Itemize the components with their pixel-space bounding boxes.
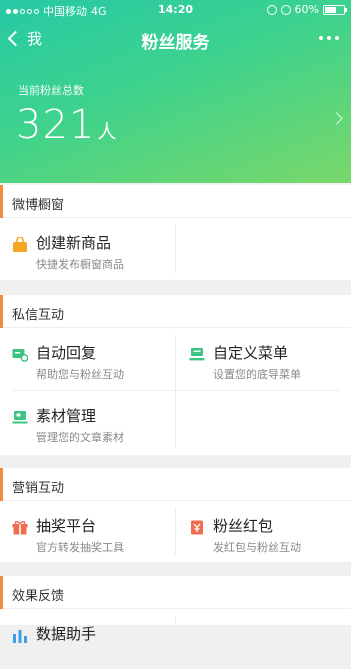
lottery-platform-item[interactable]: 抽奖平台 官方转发抽奖工具 xyxy=(0,501,175,561)
item-title: 数据助手 xyxy=(36,625,97,643)
status-right: 60% xyxy=(266,3,347,16)
chevron-right-icon[interactable] xyxy=(330,112,343,125)
divider xyxy=(175,225,176,273)
section-accent-bar xyxy=(0,295,3,328)
auto-reply-icon xyxy=(12,349,28,362)
auto-reply-item[interactable]: 自动回复 帮助您与粉丝互动 xyxy=(0,328,175,388)
section-title: 私信互动 xyxy=(12,308,65,323)
custom-menu-icon xyxy=(189,348,205,361)
section-header: 微博橱窗 xyxy=(0,185,351,218)
section-accent-bar xyxy=(0,468,3,501)
item-desc: 设置您的底导菜单 xyxy=(213,368,301,381)
battery-icon xyxy=(323,4,347,15)
section-title: 微博橱窗 xyxy=(12,198,65,213)
item-title: 粉丝红包 xyxy=(213,517,274,535)
rotation-lock-icon xyxy=(266,4,277,15)
status-bar: 中国移动 4G 14:20 60% xyxy=(0,0,351,20)
section-title: 效果反馈 xyxy=(12,589,65,604)
more-button[interactable] xyxy=(319,36,339,40)
section-private-message: 私信互动 自动回复 帮助您与粉丝互动 自定义菜单 设置您的底导菜单 素材管理 管… xyxy=(0,295,351,455)
create-product-item[interactable]: 创建新商品 快捷发布橱窗商品 xyxy=(0,218,175,278)
data-chart-icon xyxy=(13,630,27,643)
fans-total[interactable]: 321 人 xyxy=(16,102,116,148)
more-dot-icon xyxy=(335,36,339,40)
data-assistant-item[interactable]: 数据助手 xyxy=(0,609,175,669)
shopping-bag-icon xyxy=(13,237,27,252)
more-dot-icon xyxy=(327,36,331,40)
battery-percent: 60% xyxy=(294,3,319,16)
page-title: 粉丝服务 xyxy=(141,33,210,53)
custom-menu-item[interactable]: 自定义菜单 设置您的底导菜单 xyxy=(176,328,351,388)
section-header: 营销互动 xyxy=(0,468,351,501)
fans-red-envelope-item[interactable]: 粉丝红包 发红包与粉丝互动 xyxy=(176,501,351,561)
item-desc: 官方转发抽奖工具 xyxy=(36,541,124,554)
alarm-icon xyxy=(280,4,291,15)
nav-bar: 我 粉丝服务 xyxy=(0,22,351,58)
fans-total-label: 当前粉丝总数 xyxy=(18,84,84,97)
section-header: 私信互动 xyxy=(0,295,351,328)
section-effect-feedback: 效果反馈 数据助手 xyxy=(0,576,351,643)
more-dot-icon xyxy=(319,36,323,40)
item-desc: 管理您的文章素材 xyxy=(36,431,124,444)
section-weibo-showcase: 微博橱窗 创建新商品 快捷发布橱窗商品 xyxy=(0,185,351,280)
section-title: 营销互动 xyxy=(12,481,65,496)
section-marketing: 营销互动 抽奖平台 官方转发抽奖工具 粉丝红包 发红包与粉丝互动 xyxy=(0,468,351,562)
fans-header: 中国移动 4G 14:20 60% 我 粉丝服务 当前粉丝总数 321 人 xyxy=(0,0,351,183)
section-accent-bar xyxy=(0,576,3,609)
section-accent-bar xyxy=(0,185,3,218)
fans-count-unit: 人 xyxy=(97,121,117,143)
item-title: 创建新商品 xyxy=(36,234,112,252)
material-management-item[interactable]: 素材管理 管理您的文章素材 xyxy=(0,391,175,451)
item-title: 自定义菜单 xyxy=(213,344,289,362)
item-desc: 快捷发布橱窗商品 xyxy=(36,258,124,271)
divider xyxy=(175,616,176,636)
section-header: 效果反馈 xyxy=(0,576,351,609)
item-desc: 帮助您与粉丝互动 xyxy=(36,368,124,381)
item-desc: 发红包与粉丝互动 xyxy=(213,541,301,554)
item-title: 素材管理 xyxy=(36,407,97,425)
material-icon xyxy=(12,411,28,424)
item-title: 抽奖平台 xyxy=(36,517,97,535)
fans-count-number: 321 xyxy=(16,102,96,148)
red-envelope-icon xyxy=(191,520,203,535)
gift-icon xyxy=(12,521,28,535)
item-title: 自动回复 xyxy=(36,344,97,362)
